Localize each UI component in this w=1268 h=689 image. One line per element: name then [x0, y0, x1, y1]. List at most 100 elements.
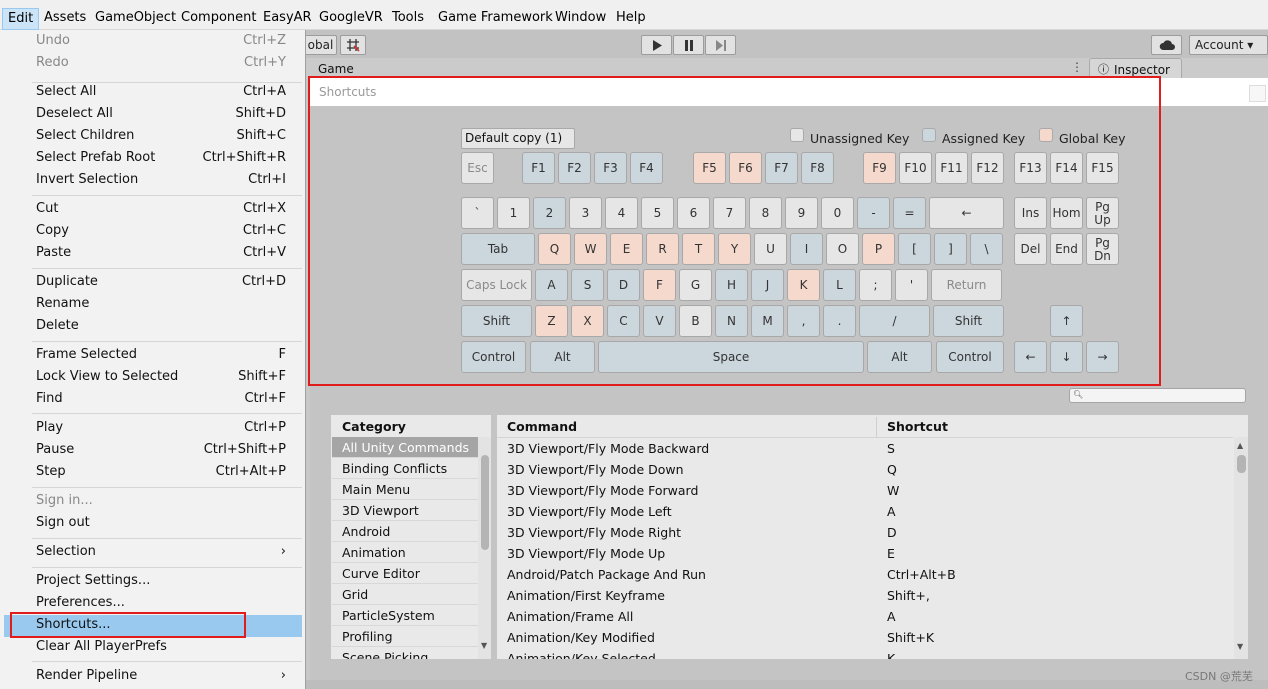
category-item[interactable]: All Unity Commands [332, 437, 478, 458]
pause-button[interactable] [673, 35, 704, 55]
more-icon[interactable]: ⋮ [1071, 60, 1083, 74]
command-row[interactable]: Animation/Frame All A [497, 606, 1233, 627]
menu-item-project-settings[interactable]: Project Settings... [36, 570, 286, 592]
menu-item-label: Clear All PlayerPrefs [36, 639, 167, 654]
scroll-down-icon[interactable]: ▼ [1237, 642, 1243, 651]
cloud-button[interactable] [1151, 35, 1182, 55]
category-item[interactable]: 3D Viewport [332, 500, 478, 521]
menu-item-sign-out[interactable]: Sign out [36, 512, 286, 534]
command-row[interactable]: Animation/First Keyframe Shift+, [497, 585, 1233, 606]
menu-gameobject[interactable]: GameObject [95, 8, 176, 30]
tab-strip: Game ⋮ ⓘ Inspector [305, 58, 1268, 78]
menu-item-render-pipeline[interactable]: Render Pipeline › [36, 665, 286, 687]
category-item[interactable]: Grid [332, 584, 478, 605]
command-scroll-thumb[interactable] [1237, 455, 1246, 473]
command-row[interactable]: 3D Viewport/Fly Mode Forward W [497, 480, 1233, 501]
menu-item-delete[interactable]: Delete [36, 315, 286, 337]
account-dropdown[interactable]: Account ▾ [1189, 35, 1268, 55]
menu-item-clear-all-playerprefs[interactable]: Clear All PlayerPrefs [36, 636, 286, 658]
menu-item-select-prefab-root[interactable]: Select Prefab Root Ctrl+Shift+R [36, 147, 286, 169]
command-scrollbar[interactable]: ▲ ▼ [1234, 437, 1248, 659]
menu-item-select-all[interactable]: Select All Ctrl+A [36, 81, 286, 103]
menu-component[interactable]: Component [181, 8, 256, 30]
column-divider [876, 417, 877, 437]
command-shortcut: Q [887, 462, 897, 477]
menu-item-preferences[interactable]: Preferences... [36, 592, 286, 614]
search-field[interactable]: 🔍︎ [1069, 388, 1246, 403]
category-item[interactable]: Profiling [332, 626, 478, 647]
menu-googlevr[interactable]: GoogleVR [319, 8, 383, 30]
command-shortcut: D [887, 525, 897, 540]
category-scroll-thumb[interactable] [481, 455, 489, 550]
menu-item-duplicate[interactable]: Duplicate Ctrl+D [36, 271, 286, 293]
command-shortcut: Ctrl+Alt+B [887, 567, 956, 582]
command-row[interactable]: Animation/Key Modified Shift+K [497, 627, 1233, 648]
menu-item-pause[interactable]: Pause Ctrl+Shift+P [36, 439, 286, 461]
category-scrollbar[interactable]: ▼ [478, 437, 491, 659]
menu-item-undo[interactable]: Undo Ctrl+Z [36, 30, 286, 52]
category-item[interactable]: Android [332, 521, 478, 542]
menu-item-label: Play [36, 420, 64, 435]
menu-item-select-children[interactable]: Select Children Shift+C [36, 125, 286, 147]
menu-item-deselect-all[interactable]: Deselect All Shift+D [36, 103, 286, 125]
menu-item-label: Rename [36, 296, 90, 311]
step-button[interactable] [705, 35, 736, 55]
command-name: 3D Viewport/Fly Mode Backward [507, 441, 710, 456]
menu-item-step[interactable]: Step Ctrl+Alt+P [36, 461, 286, 483]
menu-item-frame-selected[interactable]: Frame Selected F [36, 344, 286, 366]
menu-window[interactable]: Window [555, 8, 606, 30]
global-toggle-button[interactable]: obal [305, 35, 337, 55]
menu-item-shortcut: Ctrl+C [242, 223, 286, 238]
command-row[interactable]: 3D Viewport/Fly Mode Right D [497, 522, 1233, 543]
command-shortcut: S [887, 441, 895, 456]
menu-item-shortcut: Ctrl+P [244, 420, 286, 435]
grid-snap-button[interactable] [340, 35, 366, 55]
play-button[interactable] [641, 35, 672, 55]
category-item[interactable]: Animation [332, 542, 478, 563]
scroll-down-icon[interactable]: ▼ [481, 641, 487, 650]
menu-item-copy[interactable]: Copy Ctrl+C [36, 220, 286, 242]
command-shortcut: Shift+, [887, 588, 930, 603]
menu-item-sign-in[interactable]: Sign in... [36, 490, 286, 512]
keyboard-highlight-box [308, 76, 1161, 386]
menu-easyar[interactable]: EasyAR [263, 8, 312, 30]
menu-item-label: Project Settings... [36, 573, 151, 588]
menu-assets[interactable]: Assets [44, 8, 86, 30]
cloud-icon [1159, 40, 1175, 50]
command-shortcut: A [887, 504, 896, 519]
menu-item-lock-view-to-selected[interactable]: Lock View to Selected Shift+F [36, 366, 286, 388]
menu-item-rename[interactable]: Rename [36, 293, 286, 315]
category-item[interactable]: Main Menu [332, 479, 478, 500]
menu-item-invert-selection[interactable]: Invert Selection Ctrl+I [36, 169, 286, 191]
menu-item-redo[interactable]: Redo Ctrl+Y [36, 52, 286, 74]
scroll-up-icon[interactable]: ▲ [1237, 441, 1243, 450]
category-item[interactable]: Curve Editor [332, 563, 478, 584]
command-row[interactable]: 3D Viewport/Fly Mode Down Q [497, 459, 1233, 480]
menu-tools[interactable]: Tools [392, 8, 424, 30]
category-item[interactable]: ParticleSystem [332, 605, 478, 626]
menu-item-shortcut: Ctrl+Alt+P [215, 464, 286, 479]
menu-item-label: Lock View to Selected [36, 369, 179, 384]
menu-item-selection[interactable]: Selection › [36, 541, 286, 563]
menu-item-cut[interactable]: Cut Ctrl+X [36, 198, 286, 220]
category-item[interactable]: Binding Conflicts [332, 458, 478, 479]
tab-game[interactable]: Game [318, 62, 354, 76]
menu-game-framework[interactable]: Game Framework [438, 8, 553, 30]
category-item[interactable]: Scene Picking [332, 647, 478, 659]
command-name: Animation/Frame All [507, 609, 634, 624]
menu-help[interactable]: Help [616, 8, 646, 30]
menu-item-play[interactable]: Play Ctrl+P [36, 417, 286, 439]
command-row[interactable]: Animation/Key Selected K [497, 648, 1233, 659]
menu-edit[interactable]: Edit [2, 8, 40, 30]
menu-separator [32, 341, 302, 342]
menu-item-paste[interactable]: Paste Ctrl+V [36, 242, 286, 264]
tab-inspector[interactable]: ⓘ Inspector [1089, 58, 1182, 78]
command-row[interactable]: Android/Patch Package And Run Ctrl+Alt+B [497, 564, 1233, 585]
close-button[interactable] [1249, 85, 1266, 102]
command-row[interactable]: 3D Viewport/Fly Mode Up E [497, 543, 1233, 564]
command-name: 3D Viewport/Fly Mode Forward [507, 483, 699, 498]
menu-item-label: Undo [36, 33, 70, 48]
command-row[interactable]: 3D Viewport/Fly Mode Left A [497, 501, 1233, 522]
command-row[interactable]: 3D Viewport/Fly Mode Backward S [497, 438, 1233, 459]
menu-item-find[interactable]: Find Ctrl+F [36, 388, 286, 410]
